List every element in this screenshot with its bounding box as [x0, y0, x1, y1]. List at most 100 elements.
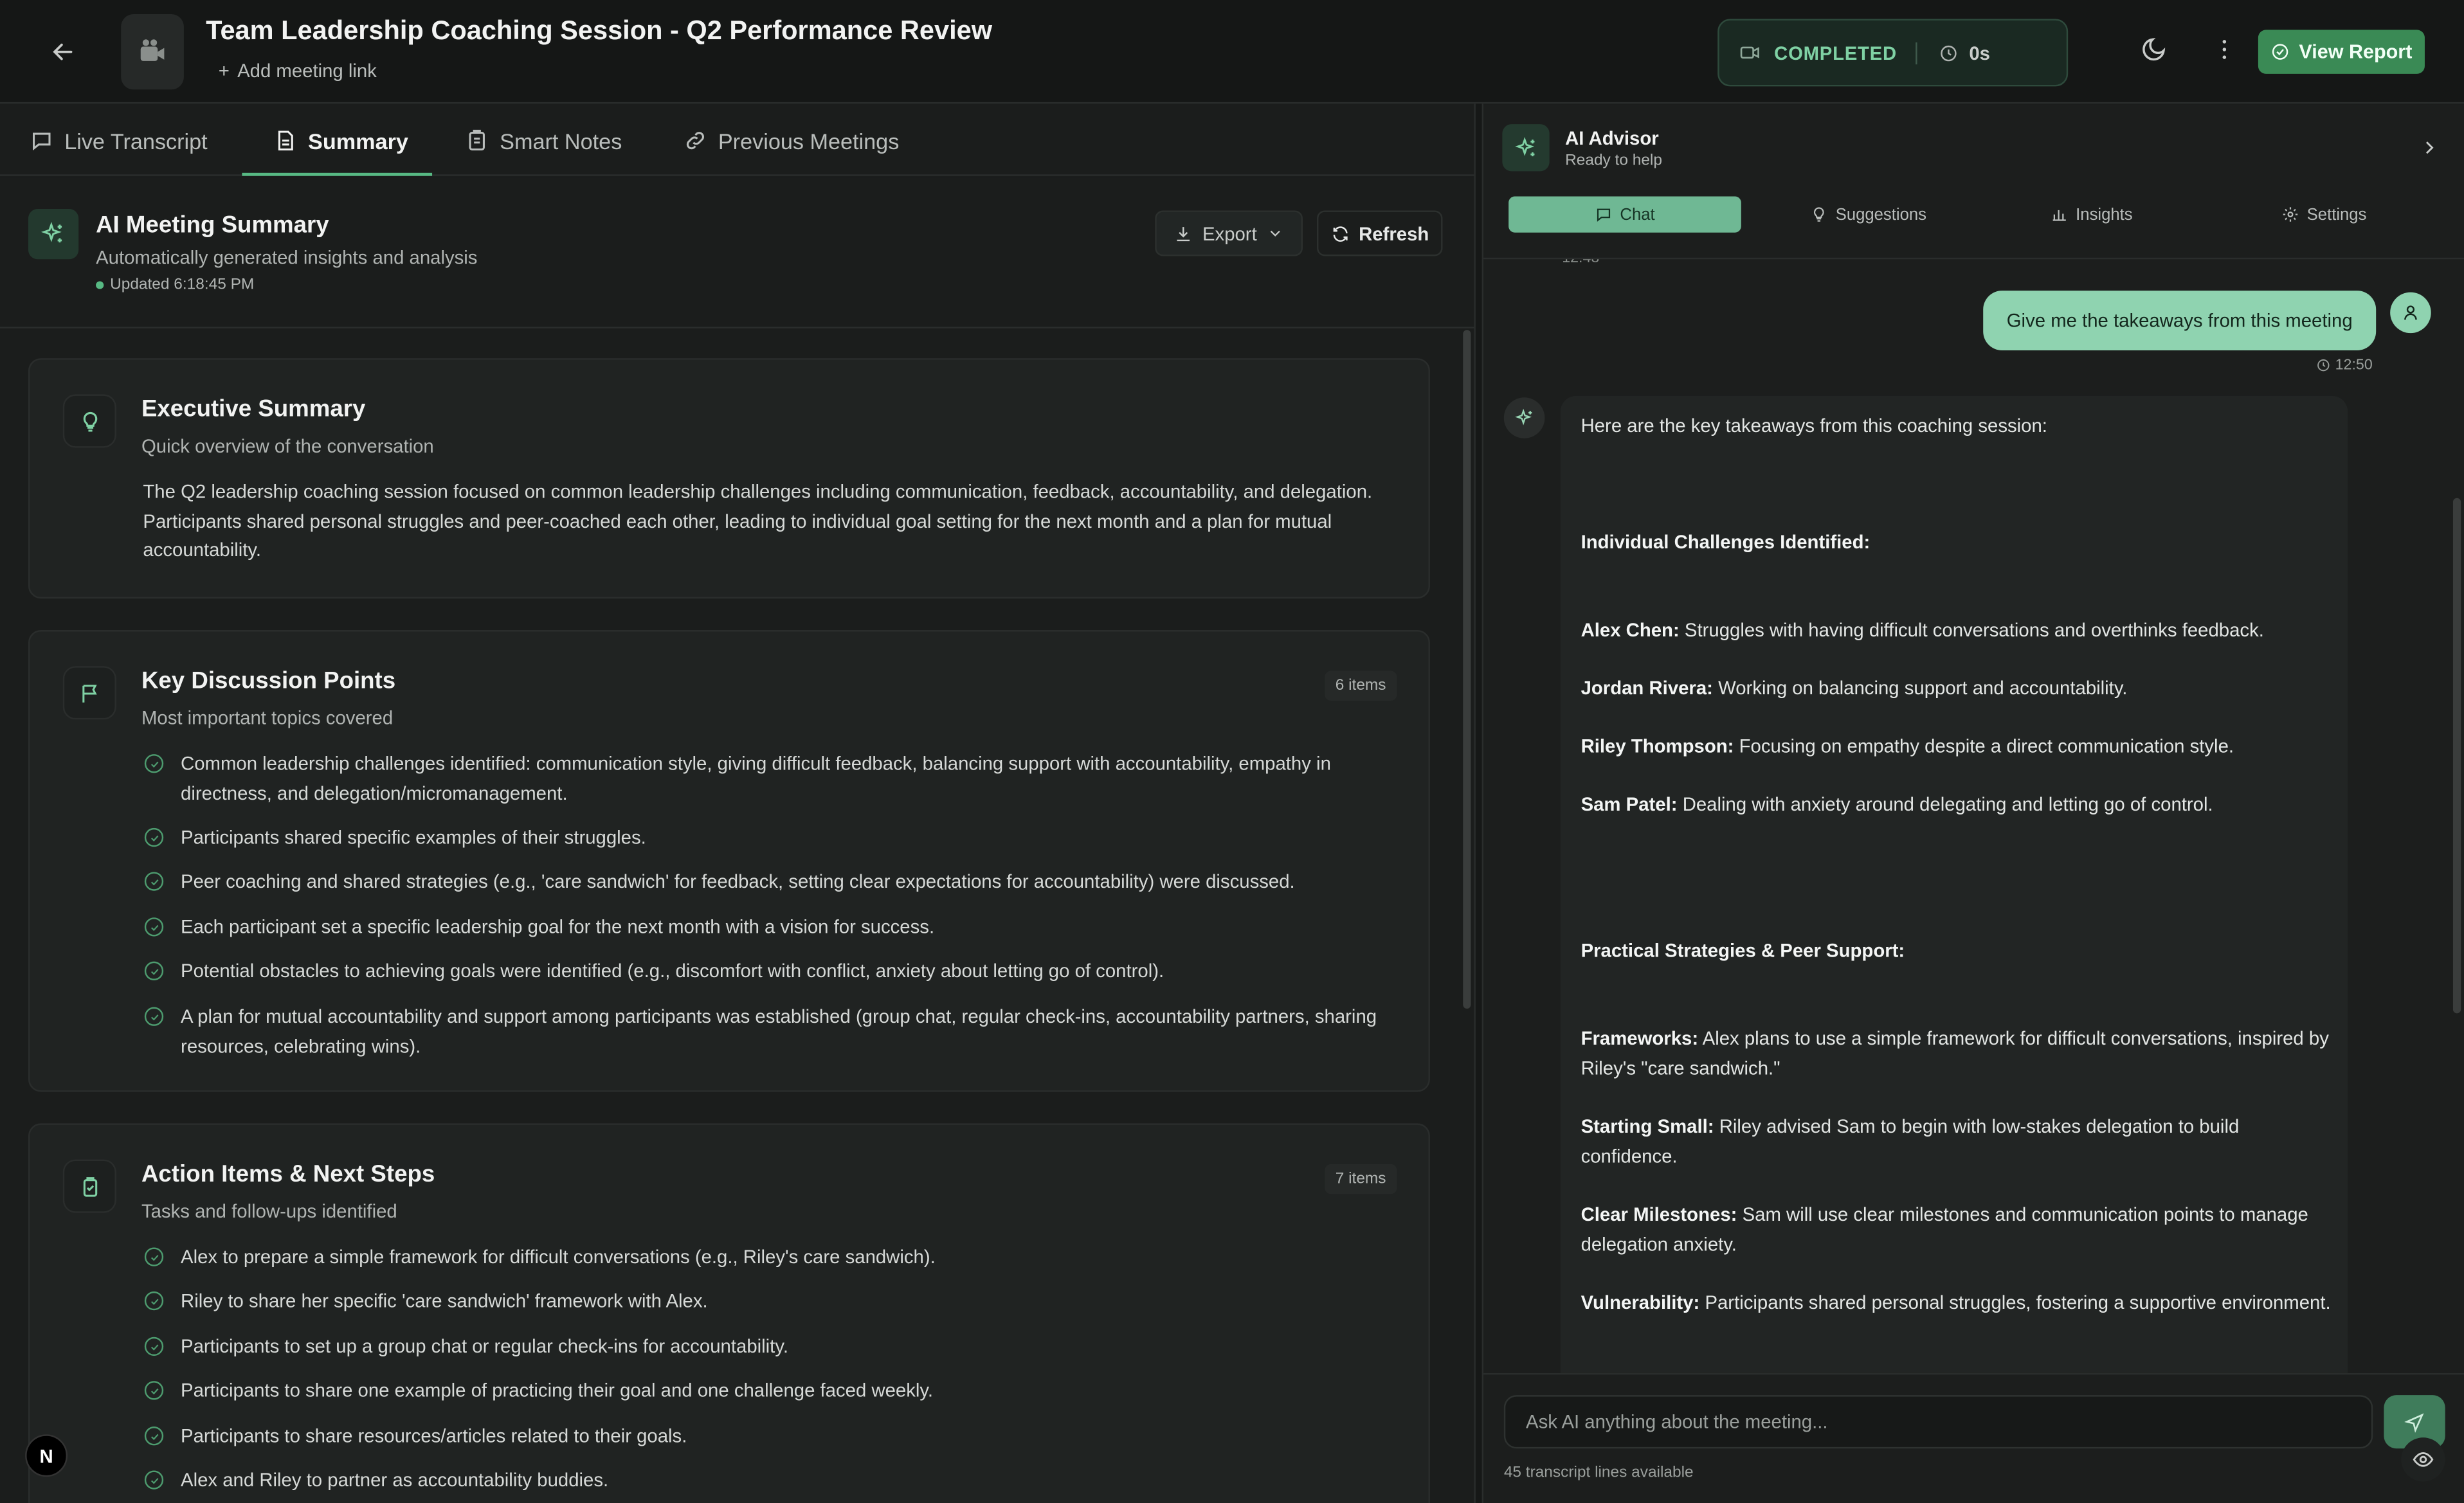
ai-point-text: Working on balancing support and account…: [1718, 677, 2128, 699]
check-circle-icon: [144, 1336, 164, 1356]
ai-point-name: Vulnerability:: [1581, 1291, 1700, 1314]
list-item-text: Participants to share resources/articles…: [181, 1425, 687, 1447]
advisor-tab-suggestions[interactable]: Suggestions: [1752, 196, 1985, 232]
list-item: Participants to share resources/articles…: [144, 1422, 1386, 1451]
ai-point: Vulnerability: Participants shared perso…: [1581, 1288, 2335, 1317]
ai-point-text: Dealing with anxiety around delegating a…: [1682, 793, 2213, 816]
advisor-tab-settings[interactable]: Settings: [2208, 196, 2441, 232]
left-panel: Live Transcript Summary Smart Notes Prev…: [0, 105, 1474, 1503]
visibility-toggle[interactable]: [2401, 1437, 2445, 1482]
list-item: Participants to set up a group chat or r…: [144, 1332, 1386, 1361]
duration-label: 0s: [1969, 41, 1990, 64]
card-subtitle: Tasks and follow-ups identified: [141, 1200, 397, 1223]
advisor-tab-chat[interactable]: Chat: [1508, 196, 1741, 233]
dev-tools-badge[interactable]: N: [25, 1434, 68, 1477]
meeting-title: Team Leadership Coaching Session - Q2 Pe…: [206, 15, 993, 46]
chat-bubble-icon: [33, 132, 51, 151]
sparkles-icon: [1502, 124, 1550, 172]
list-item: Riley to share her specific 'care sandwi…: [144, 1287, 1386, 1316]
meeting-thumbnail: [121, 14, 184, 90]
ai-point-name: Frameworks:: [1581, 1027, 1699, 1050]
sparkles-icon: [1514, 408, 1532, 425]
list-item-text: Each participant set a specific leadersh…: [181, 915, 935, 939]
check-circle-icon: [144, 1381, 164, 1400]
tab-previous-meetings[interactable]: Previous Meetings: [684, 105, 899, 176]
list-item-text: Participants shared specific examples of…: [181, 826, 646, 849]
summary-title: AI Meeting Summary: [96, 212, 329, 239]
status-pill: COMPLETED 0s: [1717, 19, 2069, 87]
chat-bubble-icon: [1597, 208, 1610, 222]
ai-point-text: Participants shared personal struggles, …: [1705, 1291, 2331, 1314]
advisor-tab-insights[interactable]: Insights: [1975, 196, 2208, 232]
summary-header: AI Meeting Summary Automatically generat…: [0, 177, 1474, 328]
check-circle-icon: [144, 1291, 164, 1311]
export-button[interactable]: Export: [1155, 210, 1303, 256]
theme-toggle[interactable]: [2141, 36, 2168, 71]
ai-point: Starting Small: Riley advised Sam to beg…: [1581, 1112, 2335, 1170]
ai-point: Clear Milestones: Sam will use clear mil…: [1581, 1200, 2335, 1258]
ai-message: Here are the key takeaways from this coa…: [1560, 395, 2348, 1373]
check-circle-icon: [144, 1470, 164, 1490]
tab-smart-notes[interactable]: Smart Notes: [465, 105, 622, 176]
key-discussion-card: Key Discussion Points Most important top…: [28, 630, 1430, 1092]
ai-point: Alex Chen: Struggles with having difficu…: [1581, 616, 2335, 645]
tab-summary[interactable]: Summary: [273, 105, 408, 176]
check-circle-icon: [2272, 44, 2288, 60]
list-item: Alex and Riley to partner as accountabil…: [144, 1466, 1386, 1495]
tab-label: Smart Notes: [500, 128, 622, 154]
more-vertical-icon: [2222, 40, 2227, 59]
ai-point-text: Struggles with having difficult conversa…: [1684, 618, 2264, 642]
tab-live-transcript[interactable]: Live Transcript: [30, 105, 208, 176]
document-icon: [278, 130, 293, 151]
chat-input[interactable]: [1503, 1395, 2373, 1449]
action-items-card: Action Items & Next Steps Tasks and foll…: [28, 1123, 1430, 1503]
check-circle-icon: [144, 1426, 164, 1446]
ai-heading: Individual Challenges Identified:: [1581, 531, 1871, 554]
check-circle-icon: [144, 1007, 164, 1026]
back-button[interactable]: [44, 33, 82, 71]
check-circle-icon: [144, 1247, 164, 1266]
view-report-button[interactable]: View Report: [2258, 30, 2425, 74]
ai-point-name: Jordan Rivera:: [1581, 677, 1713, 699]
ai-point-name: Sam Patel:: [1581, 793, 1678, 816]
export-label: Export: [1202, 222, 1257, 245]
flag-icon: [62, 666, 116, 720]
card-title: Action Items & Next Steps: [141, 1161, 435, 1188]
panel-resize-handle[interactable]: [1474, 104, 1484, 1503]
status-dot: [96, 281, 104, 289]
transcript-lines-count: 45 transcript lines available: [1503, 1464, 1694, 1482]
executive-summary-text: The Q2 leadership coaching session focus…: [143, 480, 1373, 561]
list-item-text: Potential obstacles to achieving goals w…: [181, 960, 1164, 982]
list-item-text: Alex and Riley to partner as accountabil…: [181, 1469, 609, 1491]
chat-scrollbar[interactable]: [2452, 498, 2461, 1014]
chat-input-row: 45 transcript lines available: [1483, 1372, 2464, 1503]
list-item-text: A plan for mutual accountability and sup…: [181, 1005, 1377, 1057]
advisor-tab-label: Chat: [1620, 204, 1655, 224]
advisor-tab-label: Insights: [2076, 204, 2133, 224]
list-item: Each participant set a specific leadersh…: [144, 913, 1386, 942]
chat-messages[interactable]: 12:48 Give me the takeaways from this me…: [1483, 257, 2464, 1373]
message-timestamp: 12:48: [1562, 257, 1600, 267]
link-icon: [686, 132, 704, 150]
chevron-right-icon: [2425, 141, 2434, 154]
updated-label: Updated 6:18:45 PM: [110, 276, 255, 294]
ai-heading: Practical Strategies & Peer Support:: [1581, 939, 1905, 962]
gear-icon: [2283, 207, 2298, 222]
user-avatar: [2390, 292, 2431, 334]
more-menu-button[interactable]: [2211, 36, 2238, 71]
executive-summary-card: Executive Summary Quick overview of the …: [28, 358, 1430, 599]
clipboard-check-icon: [62, 1159, 116, 1213]
list-item: Common leadership challenges identified:…: [144, 750, 1386, 807]
refresh-button[interactable]: Refresh: [1316, 210, 1443, 256]
list-item: Participants to share one example of pra…: [144, 1376, 1386, 1405]
refresh-icon: [1332, 226, 1347, 241]
status-label: COMPLETED: [1774, 41, 1897, 64]
clock-icon: [1941, 44, 1957, 61]
items-count-badge: 6 items: [1324, 670, 1397, 701]
add-meeting-link[interactable]: + Add meeting link: [219, 60, 377, 82]
clock-icon: [2317, 359, 2330, 372]
ai-point: Jordan Rivera: Working on balancing supp…: [1581, 674, 2335, 703]
updated-timestamp: Updated 6:18:45 PM: [96, 276, 254, 294]
collapse-panel-button[interactable]: [2418, 137, 2440, 166]
left-scrollbar[interactable]: [1463, 330, 1471, 1009]
